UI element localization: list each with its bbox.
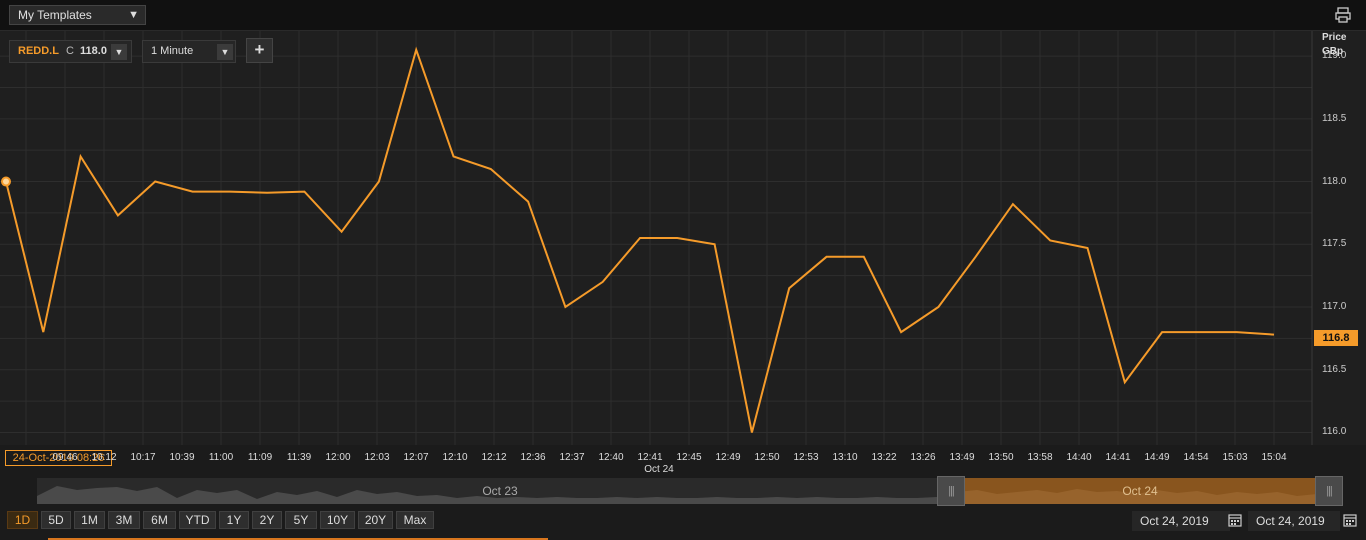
y-unit-price: Price [1322, 32, 1347, 43]
price-chart[interactable] [0, 31, 1366, 445]
range-button[interactable]: YTD [179, 511, 216, 529]
date-from-field[interactable]: Oct 24, 2019 [1132, 511, 1230, 531]
x-tick-label: 12:36 [520, 452, 546, 463]
x-tick-label: 10:12 [91, 452, 117, 463]
x-tick-label: 11:09 [247, 452, 273, 463]
navigator-label-oct24: Oct 24 [1122, 484, 1158, 498]
calendar-icon[interactable] [1343, 513, 1357, 527]
top-toolbar [0, 0, 1366, 31]
x-tick-label: 10:17 [130, 452, 156, 463]
chevron-down-icon[interactable]: ▼ [217, 44, 233, 60]
x-tick-label: 12:45 [676, 452, 702, 463]
x-tick-label: 15:04 [1261, 452, 1287, 463]
chevron-down-icon[interactable]: ▼ [111, 44, 127, 60]
range-button[interactable]: 1Y [219, 511, 249, 529]
range-button[interactable]: 10Y [320, 511, 355, 529]
x-tick-label: 11:00 [208, 452, 234, 463]
x-tick-label: 13:26 [910, 452, 936, 463]
y-tick-label: 116.0 [1322, 426, 1347, 438]
x-tick-label: 11:39 [286, 452, 312, 463]
x-tick-label: 10:39 [169, 452, 195, 463]
add-series-button[interactable]: + [246, 38, 273, 63]
interval-label: 1 Minute [151, 45, 194, 57]
x-tick-label: 14:49 [1144, 452, 1170, 463]
y-tick-label: 116.5 [1322, 363, 1347, 375]
range-button[interactable]: 3M [108, 511, 140, 529]
templates-label: My Templates [18, 8, 92, 22]
instrument-ric: REDD.L [18, 45, 59, 57]
y-tick-label: 117.0 [1322, 301, 1347, 312]
close-value: 118.0 [80, 45, 107, 57]
x-tick-label: 12:50 [754, 452, 780, 463]
range-button[interactable]: 6M [143, 511, 176, 529]
range-button[interactable]: 5Y [285, 511, 317, 529]
x-tick-label: 13:10 [832, 452, 858, 463]
x-tick-label: 12:12 [481, 452, 507, 463]
x-tick-label: 13:50 [988, 452, 1014, 463]
y-tick-label: 118.5 [1322, 112, 1347, 124]
range-button[interactable]: 1M [74, 511, 105, 529]
x-tick-label: 14:54 [1183, 452, 1209, 463]
navigator-right-handle[interactable]: ||| [1315, 476, 1343, 506]
range-button[interactable]: 5D [41, 511, 71, 529]
x-tick-label: 12:03 [364, 452, 390, 463]
x-tick-label: 14:41 [1105, 452, 1131, 463]
y-tick-label: 119.0 [1322, 50, 1347, 62]
x-tick-label: 12:41 [637, 452, 663, 463]
range-button[interactable]: 20Y [358, 511, 393, 529]
x-tick-label: 12:40 [598, 452, 624, 463]
range-button[interactable]: 1D [7, 511, 38, 529]
x-tick-label: 12:00 [325, 452, 351, 463]
x-tick-label: 12:10 [442, 452, 468, 463]
x-day-label: Oct 24 [644, 464, 674, 475]
cursor-point [1, 176, 11, 187]
x-tick-label: 12:53 [793, 452, 819, 463]
x-tick-label: 14:40 [1066, 452, 1092, 463]
date-to-field[interactable]: Oct 24, 2019 [1248, 511, 1340, 531]
chart-area[interactable] [0, 31, 1366, 445]
last-value-badge: 116.8 [1314, 330, 1358, 346]
x-tick-label: 13:58 [1027, 452, 1053, 463]
range-button[interactable]: 2Y [252, 511, 282, 529]
x-tick-label: 09:46 [52, 452, 78, 463]
price-series-line [5, 46, 1275, 433]
range-button[interactable]: Max [396, 511, 434, 529]
x-tick-label: 12:49 [715, 452, 741, 463]
close-label: C [66, 45, 74, 57]
x-tick-label: 12:07 [403, 452, 429, 463]
chevron-down-icon: ▼ [128, 9, 139, 21]
navigator-label-oct23: Oct 23 [482, 484, 518, 498]
y-tick-label: 118.0 [1322, 175, 1347, 187]
y-tick-label: 117.5 [1322, 238, 1347, 250]
x-tick-label: 15:03 [1222, 452, 1248, 463]
calendar-icon[interactable] [1228, 513, 1242, 527]
navigator-left-handle[interactable]: ||| [937, 476, 965, 506]
x-tick-label: 13:22 [871, 452, 897, 463]
x-tick-label: 12:37 [559, 452, 585, 463]
templates-dropdown[interactable]: My Templates ▼ [9, 5, 146, 25]
x-tick-label: 13:49 [949, 452, 975, 463]
printer-icon[interactable] [1334, 6, 1352, 24]
